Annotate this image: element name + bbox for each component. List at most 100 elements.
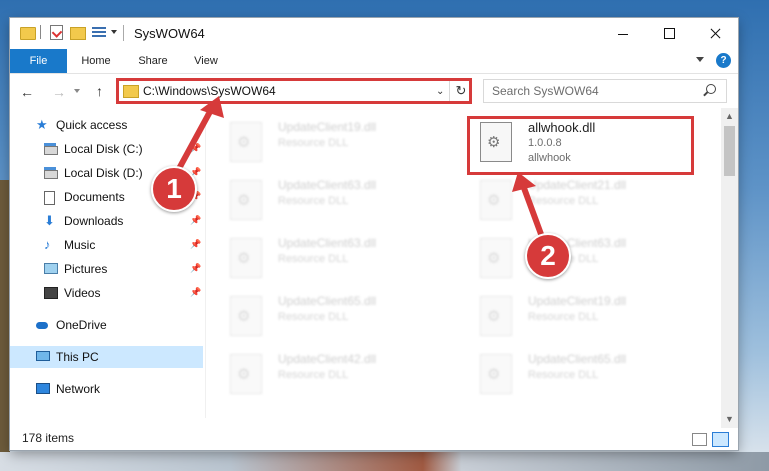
file-type: Resource DLL (528, 311, 599, 323)
desktop-background-bottom (0, 452, 769, 471)
tab-home[interactable]: Home (72, 49, 120, 73)
help-icon[interactable]: ? (716, 53, 731, 68)
sidebar-item-onedrive[interactable]: OneDrive (10, 314, 203, 336)
file-type: Resource DLL (278, 369, 349, 381)
properties-icon[interactable] (50, 25, 63, 40)
file-type: Resource DLL (278, 311, 349, 323)
navigation-pane: ★ Quick access Local Disk (C:) 📌 Local D… (10, 108, 206, 418)
tab-share[interactable]: Share (128, 49, 178, 73)
file-item[interactable]: UpdateClient42.dll Resource DLL (206, 348, 406, 398)
details-view-icon[interactable] (692, 433, 707, 446)
file-item[interactable]: UpdateClient19.dll Resource DLL (206, 116, 406, 166)
file-type: Resource DLL (528, 369, 599, 381)
file-name: UpdateClient63.dll (278, 236, 377, 250)
forward-arrow-icon[interactable]: → (52, 84, 66, 100)
sidebar-item-quick-access[interactable]: ★ Quick access (10, 114, 203, 136)
divider (40, 25, 41, 39)
file-item[interactable]: UpdateClient65.dll Resource DLL (206, 290, 406, 340)
sidebar-item-label: Local Disk (D:) (64, 166, 143, 180)
tab-view[interactable]: View (184, 49, 228, 73)
sidebar-item-label: Videos (64, 286, 101, 300)
divider (123, 25, 124, 41)
network-icon (36, 383, 50, 394)
search-placeholder: Search SysWOW64 (492, 84, 599, 98)
vertical-scrollbar[interactable]: ▲ ▼ (721, 108, 738, 428)
file-type: Resource DLL (278, 195, 349, 207)
sidebar-item-label: Downloads (64, 214, 124, 228)
step-1-marker: 1 (151, 166, 197, 212)
file-item[interactable]: UpdateClient21.dll Resource DLL (456, 174, 656, 224)
sidebar-item-pictures[interactable]: Pictures 📌 (10, 258, 203, 280)
file-highlight-box (467, 116, 694, 175)
back-arrow-icon[interactable]: ← (20, 84, 34, 100)
folder-icon (20, 27, 36, 40)
file-name: UpdateClient65.dll (278, 294, 377, 308)
download-icon: ⬇ (44, 213, 55, 228)
sidebar-item-label: Music (64, 238, 96, 252)
sidebar-item-label: OneDrive (56, 318, 107, 332)
dll-file-icon (230, 238, 262, 278)
file-name: UpdateClient21.dll (528, 178, 627, 192)
sidebar-item-label: Local Disk (C:) (64, 142, 143, 156)
file-name: UpdateClient42.dll (278, 352, 377, 366)
sidebar-item-label: Pictures (64, 262, 108, 276)
file-item[interactable]: UpdateClient19.dll Resource DLL (456, 290, 656, 340)
dll-file-icon (480, 238, 512, 278)
status-bar: 178 items (10, 428, 738, 450)
file-item[interactable]: UpdateClient63.dll Resource DLL (206, 232, 406, 282)
scroll-up-icon[interactable]: ▲ (725, 111, 734, 121)
item-count: 178 items (22, 431, 75, 445)
pin-icon[interactable]: 📌 (190, 215, 201, 226)
up-arrow-icon[interactable]: ↑ (96, 83, 103, 99)
desktop-background (0, 180, 10, 471)
file-name: UpdateClient63.dll (278, 178, 377, 192)
sidebar-item-this-pc[interactable]: This PC (10, 346, 203, 368)
sidebar-item-label: Network (56, 382, 101, 396)
dll-file-icon (230, 296, 262, 336)
dll-file-icon (230, 180, 262, 220)
sidebar-item-network[interactable]: Network (10, 378, 203, 400)
video-icon (44, 287, 58, 299)
picture-icon (44, 263, 58, 274)
sidebar-item-local-disk-c[interactable]: Local Disk (C:) 📌 (10, 138, 203, 160)
title-bar: SysWOW64 (10, 18, 738, 49)
file-type: Resource DLL (528, 195, 599, 207)
sidebar-item-downloads[interactable]: ⬇ Downloads 📌 (10, 210, 203, 232)
search-icon[interactable] (706, 84, 716, 94)
tab-file[interactable]: File (10, 49, 67, 73)
recent-locations-chevron-icon[interactable] (74, 89, 80, 93)
close-button[interactable] (692, 18, 738, 49)
disk-icon (44, 167, 58, 179)
view-icon[interactable] (92, 26, 108, 39)
pin-icon[interactable]: 📌 (190, 287, 201, 298)
scroll-down-icon[interactable]: ▼ (725, 414, 734, 424)
scrollbar-thumb[interactable] (724, 126, 735, 176)
dll-file-icon (230, 354, 262, 394)
file-name: UpdateClient65.dll (528, 352, 627, 366)
minimize-button[interactable] (600, 18, 646, 49)
pin-icon[interactable]: 📌 (190, 239, 201, 250)
file-type: Resource DLL (278, 253, 349, 265)
dll-file-icon (480, 180, 512, 220)
expand-ribbon-chevron-icon[interactable] (696, 57, 704, 62)
customize-toolbar-chevron-icon[interactable] (111, 30, 117, 34)
document-icon (44, 191, 55, 205)
large-icons-view-icon[interactable] (712, 432, 729, 447)
file-name: UpdateClient19.dll (278, 120, 377, 134)
step-2-marker: 2 (525, 233, 571, 279)
dll-file-icon (480, 296, 512, 336)
sidebar-item-label: Documents (64, 190, 125, 204)
file-item[interactable]: UpdateClient65.dll Resource DLL (456, 348, 656, 398)
address-highlight-box (116, 78, 472, 104)
search-input[interactable]: Search SysWOW64 (483, 79, 727, 103)
sidebar-item-label: Quick access (56, 118, 128, 132)
new-folder-icon[interactable] (70, 27, 86, 40)
disk-icon (44, 143, 58, 155)
pin-icon[interactable]: 📌 (190, 143, 201, 154)
sidebar-item-videos[interactable]: Videos 📌 (10, 282, 203, 304)
sidebar-item-label: This PC (56, 350, 99, 364)
pin-icon[interactable]: 📌 (190, 263, 201, 274)
sidebar-item-music[interactable]: ♪ Music 📌 (10, 234, 203, 256)
file-item[interactable]: UpdateClient63.dll Resource DLL (206, 174, 406, 224)
maximize-button[interactable] (646, 18, 692, 49)
